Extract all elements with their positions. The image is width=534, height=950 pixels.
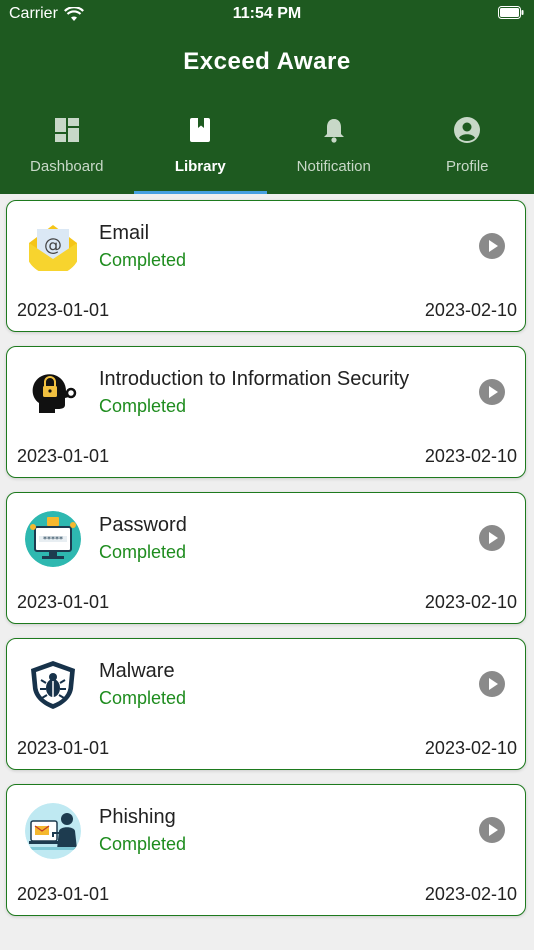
status-bar: Carrier 11:54 PM [0, 0, 534, 30]
svg-text:*****: ***** [43, 535, 63, 544]
play-icon[interactable] [479, 233, 505, 259]
course-card-email[interactable]: @ Email Completed 2023-01-01 2023-02-10 [6, 200, 526, 332]
course-title: Malware [99, 660, 175, 682]
tab-label: Notification [296, 158, 371, 175]
course-status: Completed [99, 250, 187, 270]
course-status: Completed [99, 688, 187, 708]
battery-icon [498, 6, 524, 19]
end-date: 2023-02-10 [424, 738, 517, 758]
bug-shield-icon [25, 657, 81, 713]
tab-label: Dashboard [30, 158, 104, 175]
end-date: 2023-02-10 [424, 592, 517, 612]
course-status: Completed [99, 834, 187, 854]
tab-profile[interactable]: Profile [401, 108, 534, 194]
course-title: Phishing [99, 806, 176, 828]
tab-label: Library [174, 158, 226, 175]
end-date: 2023-02-10 [424, 884, 517, 904]
svg-text:@: @ [44, 235, 62, 256]
app-bar: Carrier 11:54 PM Exceed Aware Dashboard [0, 0, 534, 194]
course-card-malware[interactable]: Malware Completed 2023-01-01 2023-02-10 [6, 638, 526, 770]
start-date: 2023-01-01 [17, 884, 110, 904]
phishing-hacker-icon [25, 803, 81, 859]
page-title: Exceed Aware [183, 48, 351, 75]
course-title: Introduction to Information Security [99, 368, 410, 390]
end-date: 2023-02-10 [424, 300, 517, 320]
course-card-password[interactable]: ***** Password Completed 2023-01-01 2023… [6, 492, 526, 624]
course-card-phishing[interactable]: Phishing Completed 2023-01-01 2023-02-10 [6, 784, 526, 916]
course-status: Completed [99, 396, 187, 416]
play-icon[interactable] [479, 525, 505, 551]
course-title: Email [99, 222, 150, 244]
course-card-information-security[interactable]: Introduction to Information Security Com… [6, 346, 526, 478]
start-date: 2023-01-01 [17, 592, 110, 612]
tab-dashboard[interactable]: Dashboard [0, 108, 134, 194]
tab-notification[interactable]: Notification [267, 108, 401, 194]
clock: 11:54 PM [232, 5, 302, 22]
book-icon [190, 118, 211, 142]
account-circle-icon [454, 117, 481, 143]
play-icon[interactable] [479, 671, 505, 697]
start-date: 2023-01-01 [17, 300, 110, 320]
email-envelope-icon: @ [25, 219, 81, 275]
play-icon[interactable] [479, 817, 505, 843]
bell-icon [323, 119, 344, 143]
start-date: 2023-01-01 [17, 738, 110, 758]
end-date: 2023-02-10 [424, 446, 517, 466]
course-status: Completed [99, 542, 187, 562]
tab-bar: Dashboard Library Notification Profile [0, 108, 534, 194]
tab-library[interactable]: Library [133, 108, 268, 194]
play-icon[interactable] [479, 379, 505, 405]
password-screen-icon: ***** [25, 511, 81, 567]
dashboard-icon [54, 118, 79, 142]
start-date: 2023-01-01 [17, 446, 110, 466]
tab-label: Profile [445, 158, 489, 175]
course-title: Password [99, 514, 187, 536]
head-lock-key-icon [25, 365, 81, 421]
